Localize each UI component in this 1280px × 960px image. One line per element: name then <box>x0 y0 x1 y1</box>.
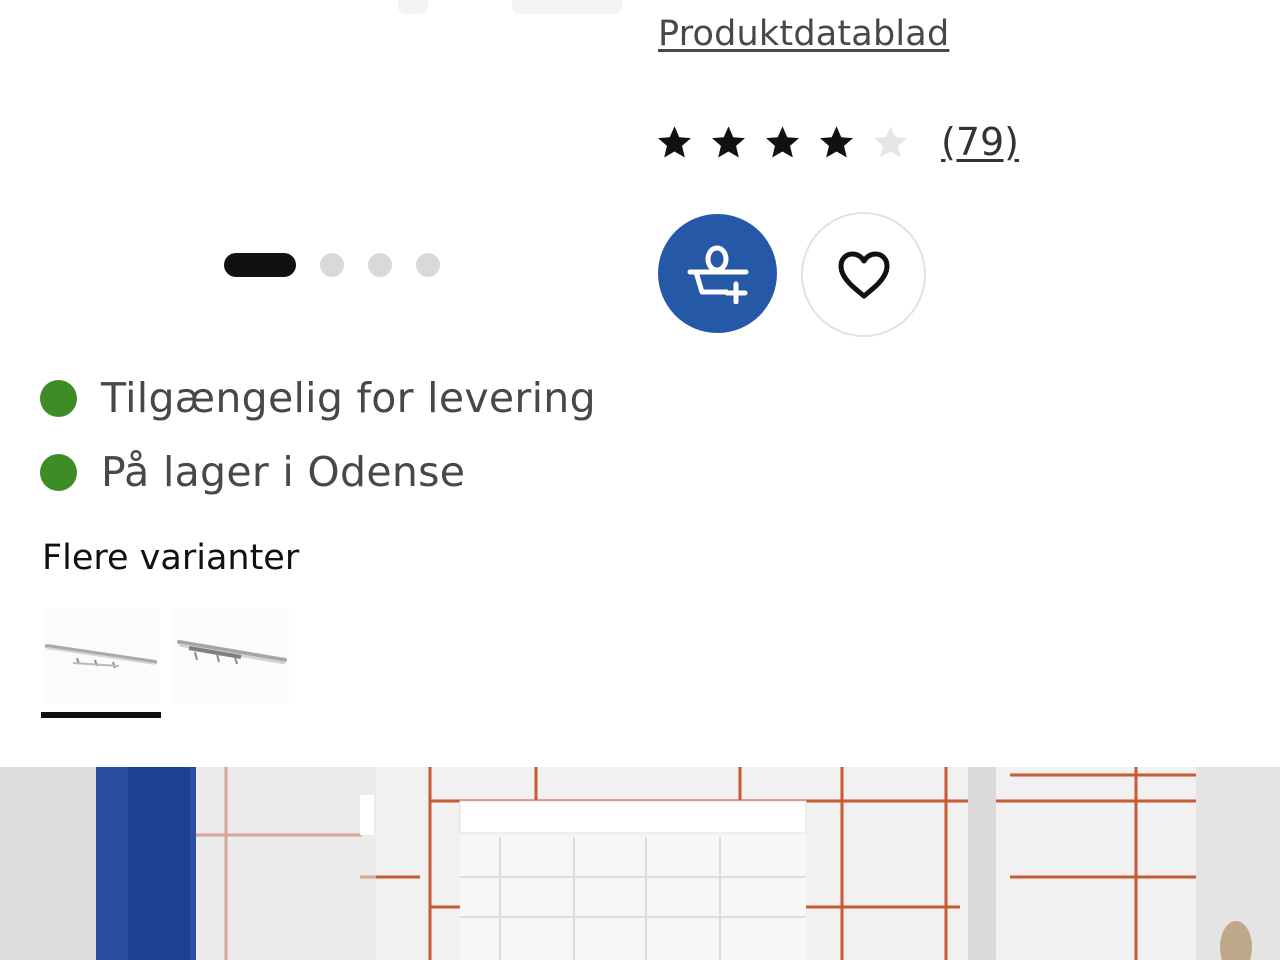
light-bar-image <box>45 644 157 669</box>
shopping-bag-add-icon <box>687 245 748 304</box>
heart-icon <box>838 251 889 298</box>
bathroom-illustration <box>0 767 1280 960</box>
variant-thumbnail-1[interactable] <box>43 608 159 704</box>
star-filled-icon <box>712 125 745 157</box>
add-to-cart-button[interactable] <box>658 214 777 333</box>
variants-title: Flere varianter <box>42 538 300 578</box>
review-count-link[interactable]: (79) <box>941 120 1019 164</box>
bathroom-lifestyle-photo <box>0 767 1280 960</box>
selected-variant-indicator <box>41 712 161 718</box>
gallery-dot-2[interactable] <box>320 253 344 277</box>
gallery-dot-3[interactable] <box>368 253 392 277</box>
gallery-dot-4[interactable] <box>416 253 440 277</box>
gallery-dot-1[interactable] <box>224 253 296 277</box>
status-dot-icon <box>40 453 77 491</box>
availability-text: Tilgængelig for levering <box>101 374 596 422</box>
datasheet-link[interactable]: Produktdatablad <box>658 14 949 54</box>
product-image-gallery[interactable] <box>0 0 640 330</box>
status-dot-icon <box>40 379 77 417</box>
rating-stars <box>656 124 909 161</box>
availability-text: På lager i Odense <box>101 448 466 496</box>
availability-delivery: Tilgængelig for levering <box>40 370 596 426</box>
star-filled-icon <box>766 125 799 157</box>
gallery-image-edge <box>512 0 622 14</box>
gallery-pagination <box>224 252 440 278</box>
favorite-button[interactable] <box>801 212 926 337</box>
star-empty-icon <box>874 125 907 157</box>
light-bar-image <box>177 640 287 665</box>
availability-store: På lager i Odense <box>40 444 465 500</box>
star-filled-icon <box>820 125 853 157</box>
star-filled-icon <box>658 125 691 157</box>
rating[interactable]: (79) <box>656 112 1019 172</box>
gallery-image-edge <box>398 0 428 14</box>
variant-thumbnail-2[interactable] <box>173 608 289 704</box>
